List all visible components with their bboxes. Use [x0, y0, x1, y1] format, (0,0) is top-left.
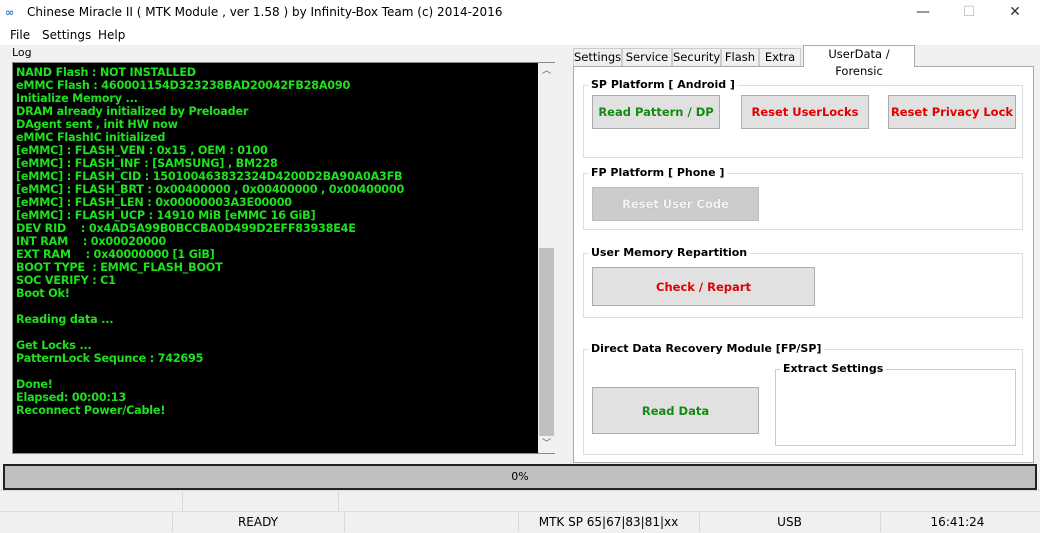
log-line: [eMMC] : FLASH_LEN : 0x00000003A3E00000: [16, 196, 292, 209]
log-line: [eMMC] : FLASH_CID : 150100463832324D420…: [16, 170, 403, 183]
log-label: Log: [12, 46, 32, 59]
title-bar: ∞ Chinese Miracle II ( MTK Module , ver …: [0, 0, 1040, 25]
log-scrollbar[interactable]: ︿ ﹀: [538, 63, 555, 453]
progress-bar: 0%: [3, 464, 1037, 490]
infinity-icon: ∞: [5, 6, 15, 19]
log-line: SOC VERIFY : C1: [16, 274, 116, 287]
log-line: DRAM already initialized by Preloader: [16, 105, 249, 118]
log-line: [eMMC] : FLASH_INF : [SAMSUNG] , BM228: [16, 157, 278, 170]
log-output[interactable]: NAND Flash : NOT INSTALLED eMMC Flash : 4…: [12, 62, 555, 454]
reset-privacy-lock-button[interactable]: Reset Privacy Lock: [888, 95, 1016, 129]
log-line: NAND Flash : NOT INSTALLED: [16, 66, 196, 79]
status-state: READY: [237, 515, 279, 529]
tab-extra[interactable]: Extra: [759, 48, 801, 66]
window-title: Chinese Miracle II ( MTK Module , ver 1.…: [27, 5, 503, 19]
log-line: eMMC Flash : 460001154D323238BAD20042FB2…: [16, 79, 351, 92]
log-text: NAND Flash : NOT INSTALLED eMMC Flash : 4…: [16, 66, 404, 417]
tab-security[interactable]: Security: [672, 48, 721, 66]
status-time: 16:41:24: [930, 515, 985, 529]
check-repart-button[interactable]: Check / Repart: [592, 267, 815, 306]
log-line: Reconnect Power/Cable!: [16, 404, 166, 417]
read-pattern-button[interactable]: Read Pattern / DP: [592, 95, 720, 129]
log-line: DAgent sent , init HW now: [16, 118, 178, 131]
maximize-button[interactable]: ☐: [946, 0, 992, 25]
tab-settings[interactable]: Settings: [573, 48, 622, 66]
close-button[interactable]: ✕: [992, 0, 1038, 25]
log-line: Done!: [16, 378, 53, 391]
log-line: [eMMC] : FLASH_VEN : 0x15 , OEM : 0100: [16, 144, 268, 157]
log-line: INT RAM : 0x00020000: [16, 235, 167, 248]
fp-platform-title: FP Platform [ Phone ]: [588, 166, 728, 179]
sp-platform-title: SP Platform [ Android ]: [588, 78, 738, 91]
log-line: eMMC FlashIC initialized: [16, 131, 166, 144]
tab-userdata-forensic[interactable]: UserData / Forensic: [803, 45, 915, 78]
status-bar: READY MTK SP 65|67|83|81|xx USB 16:41:24: [0, 511, 1040, 532]
log-line: BOOT TYPE : EMMC_FLASH_BOOT: [16, 261, 223, 274]
log-line: Elapsed: 00:00:13: [16, 391, 126, 404]
log-line: DEV RID : 0x4AD5A99B0BCCBA0D499D2EFF8393…: [16, 222, 356, 235]
tab-service[interactable]: Service: [622, 48, 672, 66]
log-line: Get Locks ...: [16, 339, 92, 352]
menu-help[interactable]: Help: [98, 28, 125, 42]
menu-settings[interactable]: Settings: [42, 28, 91, 42]
extract-settings-title: Extract Settings: [780, 362, 887, 375]
log-line: [eMMC] : FLASH_UCP : 14910 MiB [eMMC 16 …: [16, 209, 316, 222]
log-line: PatternLock Sequnce : 742695: [16, 352, 204, 365]
menu-file[interactable]: File: [10, 28, 30, 42]
tab-flash[interactable]: Flash: [721, 48, 759, 66]
scroll-down-icon[interactable]: ﹀: [538, 436, 555, 453]
log-line: [eMMC] : FLASH_BRT : 0x00400000 , 0x0040…: [16, 183, 405, 196]
status-port: USB: [777, 515, 802, 529]
reset-userlocks-button[interactable]: Reset UserLocks: [741, 95, 869, 129]
scroll-thumb[interactable]: [539, 248, 554, 436]
progress-text: 0%: [511, 470, 529, 483]
scroll-up-icon[interactable]: ︿: [538, 63, 555, 80]
log-line: Initialize Memory ...: [16, 92, 138, 105]
direct-data-recovery-title: Direct Data Recovery Module [FP/SP]: [588, 342, 825, 355]
user-memory-repartition-title: User Memory Repartition: [588, 246, 751, 259]
log-line: Boot Ok!: [16, 287, 70, 300]
reset-user-code-button[interactable]: Reset User Code: [592, 187, 759, 221]
read-data-button[interactable]: Read Data: [592, 387, 759, 434]
minimize-button[interactable]: —: [900, 0, 946, 25]
log-line: EXT RAM : 0x40000000 [1 GiB]: [16, 248, 215, 261]
status-platform: MTK SP 65|67|83|81|xx: [538, 515, 679, 529]
menu-bar: [0, 25, 1040, 45]
status-bar-upper: [0, 490, 1040, 511]
log-line: Reading data ...: [16, 313, 114, 326]
divider: [338, 492, 339, 511]
extract-settings-group: [775, 369, 1016, 446]
divider: [344, 513, 345, 532]
divider: [182, 492, 183, 511]
